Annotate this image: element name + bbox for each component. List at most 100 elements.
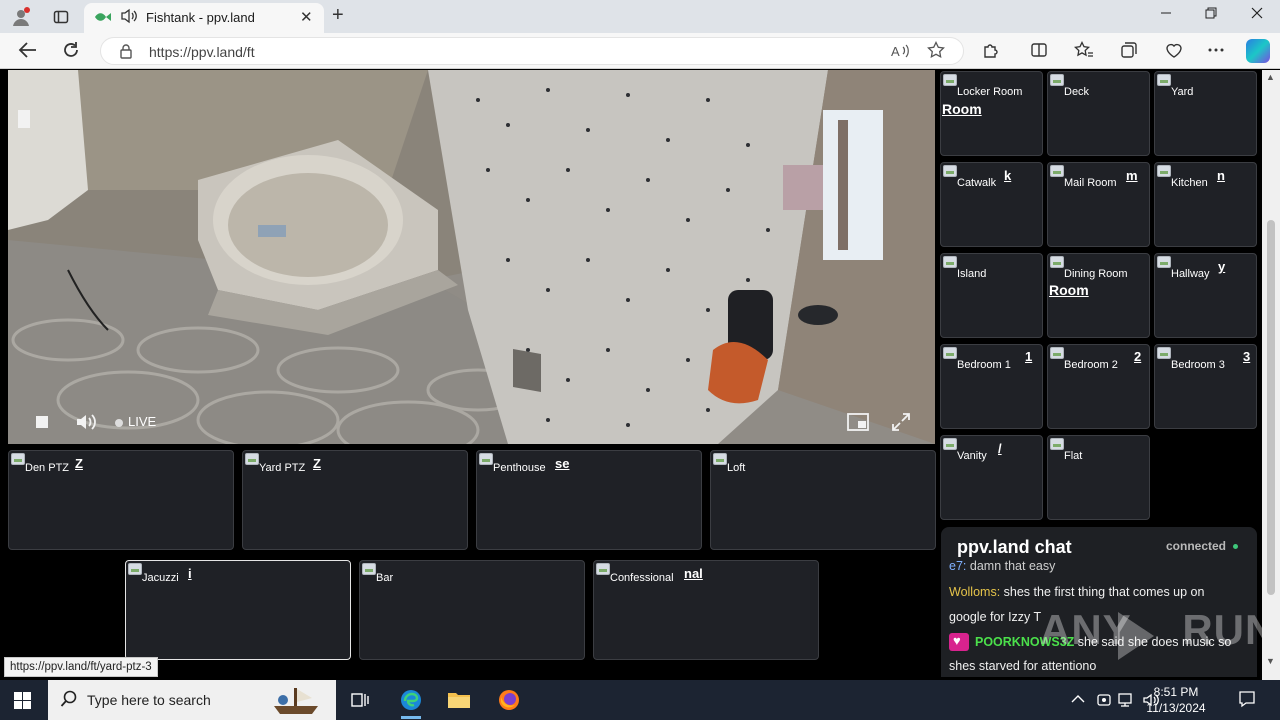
chat-username[interactable]: Wolloms: xyxy=(949,585,1000,599)
favorite-star-icon[interactable] xyxy=(927,40,945,64)
search-highlight-art-icon xyxy=(274,688,318,714)
new-tab-button[interactable]: + xyxy=(332,4,344,27)
close-tab-icon[interactable]: ✕ xyxy=(300,8,313,26)
lock-icon[interactable] xyxy=(119,43,133,62)
cam-label: Loft xyxy=(727,462,746,474)
restore-icon[interactable] xyxy=(1205,6,1217,22)
scroll-up-icon[interactable]: ▲ xyxy=(1266,72,1275,82)
cam-alt-text: n xyxy=(1217,168,1225,183)
minimize-icon[interactable] xyxy=(1160,6,1172,22)
cam-tile-bedroom-1[interactable]: Bedroom 1 1 xyxy=(940,344,1043,429)
broken-image-icon xyxy=(1157,165,1171,177)
cam-label: Den PTZ xyxy=(25,462,70,474)
chat-title: ppv.land chat xyxy=(957,537,1072,557)
profile-icon[interactable] xyxy=(10,6,32,28)
broken-image-icon xyxy=(943,438,957,450)
scrollbar-thumb[interactable] xyxy=(1267,220,1275,595)
broken-image-icon xyxy=(1157,74,1171,86)
cam-tile-loft[interactable]: Loft xyxy=(710,450,936,550)
cam-label: Kitchen xyxy=(1171,177,1208,189)
cam-tile-bar[interactable]: Bar xyxy=(359,560,585,660)
chat-message-text: damn that easy xyxy=(969,559,1056,573)
chat-message-continuation: google for Izzy T xyxy=(949,610,1042,624)
broken-image-icon xyxy=(943,347,957,359)
cam-label: Locker Room xyxy=(957,86,1023,98)
cam-tile-mail-room[interactable]: Mail Room m xyxy=(1047,162,1150,247)
url-text[interactable]: https://ppv.land/ft xyxy=(149,44,255,60)
page-scrollbar[interactable]: ▲ ▼ xyxy=(1262,70,1280,680)
cam-tile-flat[interactable]: Flat xyxy=(1047,435,1150,520)
windows-start-icon[interactable] xyxy=(14,692,31,709)
cam-tile-yard[interactable]: Yard xyxy=(1154,71,1257,156)
cam-tile-jacuzzi[interactable]: Jacuzzi i xyxy=(125,560,351,660)
network-icon[interactable] xyxy=(1118,692,1136,711)
cam-tile-vanity[interactable]: Vanity / xyxy=(940,435,1043,520)
cam-tile-island[interactable]: Island xyxy=(940,253,1043,338)
extensions-icon[interactable] xyxy=(982,41,1000,64)
svg-text:A: A xyxy=(891,44,900,59)
notifications-icon[interactable] xyxy=(1238,690,1256,713)
connected-status-dot xyxy=(1233,544,1238,549)
copilot-icon[interactable] xyxy=(1246,39,1270,63)
edge-taskbar-icon[interactable] xyxy=(397,686,425,719)
cam-tile-bedroom-3[interactable]: Bedroom 3 3 xyxy=(1154,344,1257,429)
scroll-down-icon[interactable]: ▼ xyxy=(1266,656,1275,666)
cam-tile-kitchen[interactable]: Kitchen n xyxy=(1154,162,1257,247)
search-placeholder: Type here to search xyxy=(87,692,211,708)
tab-actions-icon[interactable] xyxy=(50,6,72,28)
cam-tile-dining-room[interactable]: Dining Room Room xyxy=(1047,253,1150,338)
cam-label: Confessional xyxy=(610,572,674,584)
split-screen-icon[interactable] xyxy=(1030,41,1048,64)
broken-image-icon xyxy=(1050,74,1064,86)
cam-tile-deck[interactable]: Deck xyxy=(1047,71,1150,156)
audio-playing-icon[interactable] xyxy=(120,8,138,27)
back-icon[interactable] xyxy=(18,41,38,64)
reload-icon[interactable] xyxy=(62,41,80,64)
taskbar-clock[interactable]: 8:51 PM 11/13/2024 xyxy=(1136,684,1216,716)
cam-tile-hallway[interactable]: Hallway y xyxy=(1154,253,1257,338)
broken-image-icon xyxy=(245,453,259,465)
browser-essentials-icon[interactable] xyxy=(1164,41,1184,64)
search-icon xyxy=(60,690,78,713)
cam-label: Penthouse xyxy=(493,462,546,474)
browser-tab[interactable]: Fishtank - ppv.land ✕ xyxy=(84,3,324,33)
cam-label: Bar xyxy=(376,572,394,584)
broken-image-icon xyxy=(943,74,957,86)
cam-label: Dining Room xyxy=(1064,268,1128,280)
task-view-icon[interactable] xyxy=(346,686,374,714)
cam-tile-den-ptz[interactable]: Den PTZ Z xyxy=(8,450,234,550)
cam-tile-bedroom-2[interactable]: Bedroom 2 2 xyxy=(1047,344,1150,429)
meet-now-icon[interactable] xyxy=(1096,692,1112,711)
url-bar[interactable]: https://ppv.land/ft A xyxy=(100,37,964,65)
broken-image-icon xyxy=(1050,165,1064,177)
main-video-player[interactable]: LIVE xyxy=(8,70,935,444)
firefox-icon[interactable] xyxy=(495,686,523,714)
cam-tile-catwalk[interactable]: Catwalk k xyxy=(940,162,1043,247)
cam-label: Catwalk xyxy=(957,177,997,189)
cam-label: Vanity xyxy=(957,450,987,462)
cam-alt-text: i xyxy=(188,566,192,581)
file-explorer-icon[interactable] xyxy=(445,686,473,714)
read-aloud-icon[interactable]: A xyxy=(891,43,911,62)
chat-panel: ppv.land chat connected e7: damn that ea… xyxy=(941,527,1257,677)
cam-tile-penthouse[interactable]: Penthouse se xyxy=(476,450,702,550)
more-menu-icon[interactable] xyxy=(1207,41,1225,64)
broken-image-icon xyxy=(1050,256,1064,268)
broken-image-icon xyxy=(11,453,25,465)
live-indicator-dot xyxy=(115,419,123,427)
cam-label: Yard PTZ xyxy=(259,462,306,474)
favorites-icon[interactable] xyxy=(1073,40,1094,64)
chat-message: Wolloms: shes the first thing that comes… xyxy=(949,585,1204,599)
collections-icon[interactable] xyxy=(1120,41,1138,64)
cam-tile-locker-room[interactable]: Locker Room Room xyxy=(940,71,1043,156)
window-close-icon[interactable] xyxy=(1251,6,1263,22)
tab-bar: Fishtank - ppv.land ✕ + xyxy=(0,0,1280,33)
taskbar-search-box[interactable]: Type here to search xyxy=(48,680,336,720)
broken-image-icon xyxy=(943,165,957,177)
broken-image-icon xyxy=(1050,347,1064,359)
show-hidden-icons-icon[interactable] xyxy=(1071,692,1085,707)
cam-tile-yard-ptz[interactable]: Yard PTZ Z xyxy=(242,450,468,550)
broken-image-icon xyxy=(1050,438,1064,450)
cam-tile-confessional[interactable]: Confessional nal xyxy=(593,560,819,660)
cam-alt-text: 3 xyxy=(1243,349,1251,364)
